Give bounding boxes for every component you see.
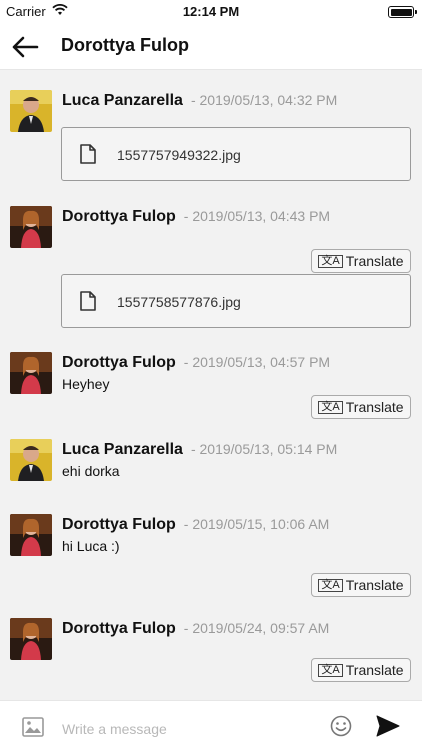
clock: 12:14 PM [182, 4, 240, 19]
translate-button[interactable]: 文A Translate [311, 395, 411, 419]
sender-name: Dorottya Fulop - 2019/05/13, 04:57 PM [62, 354, 331, 371]
sender-name: Dorottya Fulop - 2019/05/24, 09:57 AM [62, 620, 330, 637]
file-name: 1557758577876.jpg [117, 294, 241, 310]
sender-name: Luca Panzarella - 2019/05/13, 05:14 PM [62, 441, 338, 458]
file-attachment[interactable]: 1557758577876.jpg [61, 274, 411, 328]
message-timestamp: - 2019/05/13, 05:14 PM [190, 441, 338, 457]
file-icon [80, 144, 96, 164]
message-timestamp: - 2019/05/13, 04:32 PM [190, 92, 338, 108]
translate-button[interactable]: 文A Translate [311, 658, 411, 682]
message-timestamp: - 2019/05/13, 04:57 PM [183, 354, 331, 370]
sender-name: Dorottya Fulop - 2019/05/13, 04:43 PM [62, 208, 331, 225]
translate-button[interactable]: 文A Translate [311, 249, 411, 273]
avatar-luca[interactable] [10, 439, 52, 481]
sender-name: Luca Panzarella - 2019/05/13, 04:32 PM [62, 92, 338, 109]
file-name: 1557757949322.jpg [117, 147, 241, 163]
translate-button[interactable]: 文A Translate [311, 573, 411, 597]
message-list[interactable]: Luca Panzarella - 2019/05/13, 04:32 PM 15… [0, 71, 422, 700]
message-text: ehi dorka [62, 463, 120, 479]
avatar-dorottya[interactable] [10, 352, 52, 394]
avatar-dorottya[interactable] [10, 206, 52, 248]
battery-icon [388, 6, 417, 18]
message-composer [0, 700, 422, 750]
message-input[interactable] [62, 717, 312, 741]
send-icon[interactable] [376, 715, 400, 737]
file-attachment[interactable]: 1557757949322.jpg [61, 127, 411, 181]
avatar-luca[interactable] [10, 90, 52, 132]
avatar-dorottya[interactable] [10, 514, 52, 556]
message-timestamp: - 2019/05/13, 04:43 PM [183, 208, 331, 224]
message-text: hi Luca :) [62, 538, 120, 554]
avatar-dorottya[interactable] [10, 618, 52, 660]
translate-icon: 文A [318, 254, 343, 268]
back-arrow-icon[interactable] [10, 34, 40, 60]
message-timestamp: - 2019/05/24, 09:57 AM [183, 620, 330, 636]
translate-icon: 文A [318, 663, 343, 677]
chat-header: Dorottya Fulop [0, 24, 422, 70]
status-bar: Carrier 12:14 PM [0, 0, 422, 24]
sender-name: Dorottya Fulop - 2019/05/15, 10:06 AM [62, 516, 330, 533]
message-text: Heyhey [62, 376, 110, 392]
image-icon[interactable] [22, 717, 44, 737]
emoji-icon[interactable] [330, 715, 352, 737]
message-timestamp: - 2019/05/15, 10:06 AM [183, 516, 330, 532]
page-title: Dorottya Fulop [61, 35, 189, 55]
translate-icon: 文A [318, 400, 343, 414]
translate-icon: 文A [318, 578, 343, 592]
file-icon [80, 291, 96, 311]
